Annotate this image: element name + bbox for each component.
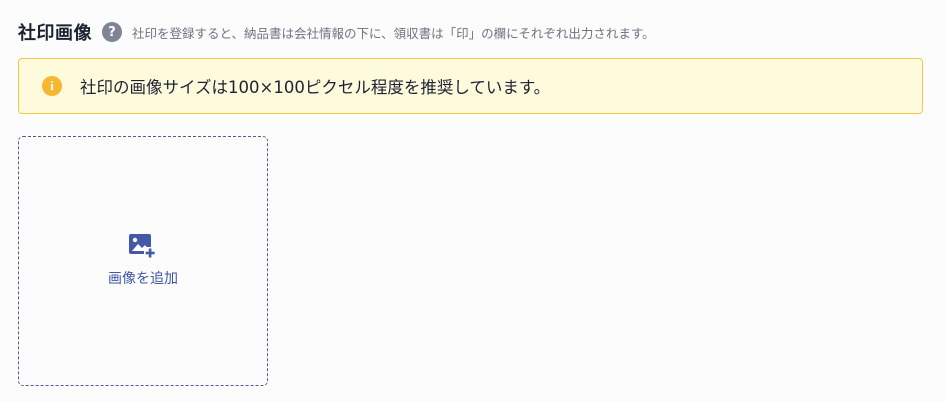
add-image-label: 画像を追加 — [108, 271, 178, 287]
page-title: 社印画像 — [18, 23, 92, 44]
upload-content: 画像を追加 — [19, 233, 267, 288]
help-icon[interactable]: ? — [102, 22, 122, 42]
section-header: 社印画像 ? 社印を登録すると、納品書は会社情報の下に、領収書は「印」の欄にそれ… — [18, 18, 655, 46]
add-image-button[interactable]: 画像を追加 — [18, 136, 268, 386]
info-icon: i — [42, 76, 62, 96]
add-image-icon — [129, 234, 156, 259]
notice-text: 社印の画像サイズは100×100ピクセル程度を推奨しています。 — [80, 78, 551, 97]
section-description: 社印を登録すると、納品書は会社情報の下に、領収書は「印」の欄にそれぞれ出力されま… — [132, 25, 655, 41]
info-notice: i 社印の画像サイズは100×100ピクセル程度を推奨しています。 — [18, 58, 923, 114]
